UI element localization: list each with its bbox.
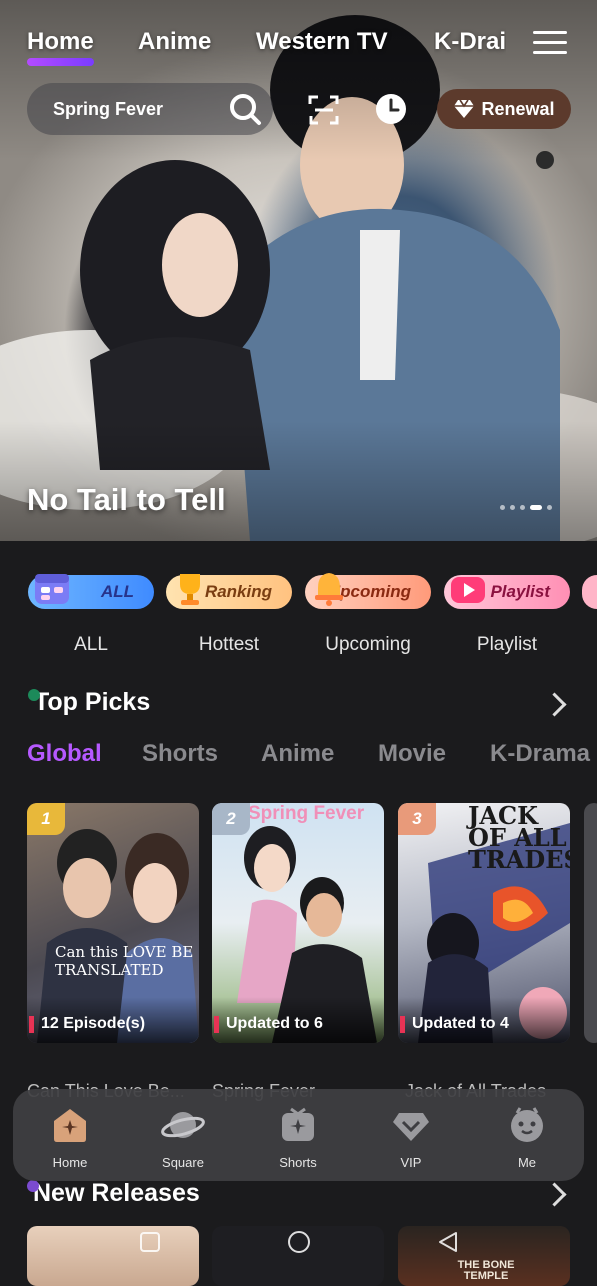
shorts-play-icon xyxy=(282,1107,314,1141)
top-picks-more-icon[interactable] xyxy=(542,692,567,717)
profile-face-icon xyxy=(511,1107,543,1142)
bottom-nav: Home Square Shorts VIP Me xyxy=(13,1089,584,1181)
search-placeholder: Spring Fever xyxy=(53,99,164,119)
diamond-icon xyxy=(454,99,475,118)
planet-icon xyxy=(161,1112,205,1138)
poster-text: JACK OF ALL TRADES xyxy=(468,803,570,874)
clock-icon[interactable] xyxy=(374,92,408,126)
scan-icon[interactable] xyxy=(307,93,341,127)
category-label: Playlist xyxy=(476,634,538,655)
tab-western-tv[interactable]: Western TV xyxy=(256,28,388,56)
category-peek xyxy=(582,575,597,609)
carousel-dot xyxy=(520,505,525,510)
card-status: Updated to 4 xyxy=(398,1015,509,1033)
carousel-dot xyxy=(510,505,515,510)
tab-k-drama[interactable]: K-Drai xyxy=(434,28,506,56)
hamburger-menu-icon[interactable] xyxy=(533,26,567,56)
nav-square[interactable]: Square xyxy=(138,1105,228,1170)
search-bar[interactable]: Spring Fever xyxy=(27,83,273,135)
nav-vip[interactable]: VIP xyxy=(366,1105,456,1170)
nav-shorts[interactable]: Shorts xyxy=(253,1105,343,1170)
card-status: Updated to 6 xyxy=(212,1015,323,1033)
tab-home[interactable]: Home xyxy=(27,28,94,66)
nav-label: Me xyxy=(517,1155,537,1170)
tab-anime-picks[interactable]: Anime xyxy=(261,740,334,768)
tab-movie[interactable]: Movie xyxy=(378,740,446,768)
category-label: ALL xyxy=(74,634,108,655)
new-releases-title: New Releases xyxy=(33,1179,200,1207)
hero-banner[interactable]: No Tail to Tell xyxy=(0,0,597,541)
bell-icon xyxy=(315,573,343,606)
section-accent-dot xyxy=(27,1180,39,1192)
hero-bottom-shade xyxy=(0,421,597,541)
nav-home[interactable]: Home xyxy=(25,1105,115,1170)
nav-label: Home xyxy=(52,1155,88,1170)
new-releases-more-icon[interactable] xyxy=(542,1182,567,1207)
back-triangle-icon[interactable] xyxy=(436,1231,460,1253)
drama-card-3[interactable]: JACK OF ALL TRADES 3 Updated to 4 xyxy=(398,803,570,1043)
vip-diamond-icon xyxy=(393,1113,429,1141)
nav-label: Square xyxy=(162,1155,204,1170)
rank-badge: 1 xyxy=(27,803,65,835)
drama-card-2[interactable]: Spring Fever 2 Updated to 6 xyxy=(212,803,384,1043)
home-circle-icon[interactable] xyxy=(287,1231,311,1255)
drama-card-peek[interactable] xyxy=(584,803,597,1043)
home-icon xyxy=(54,1109,86,1142)
nav-me[interactable]: Me xyxy=(482,1105,572,1170)
drama-card-1[interactable]: Can this LOVE BE TRANSLATED 1 12 Episode… xyxy=(27,803,199,1043)
release-thumb[interactable]: THE BONE TEMPLE xyxy=(398,1226,570,1286)
card-status: 12 Episode(s) xyxy=(27,1015,145,1033)
release-thumb-text: THE BONE TEMPLE xyxy=(457,1259,515,1282)
category-label: Upcoming xyxy=(325,634,411,655)
recent-apps-icon[interactable] xyxy=(139,1231,161,1253)
category-shortcuts: ALL ALL Ranking Hottest Upcoming Upcomin… xyxy=(0,572,597,662)
carousel-dot xyxy=(547,505,552,510)
rank-badge: 2 xyxy=(212,803,250,835)
carousel-dot xyxy=(500,505,505,510)
trophy-icon xyxy=(180,574,200,605)
carousel-dots xyxy=(500,505,552,510)
rank-badge: 3 xyxy=(398,803,436,835)
top-picks-title: Top Picks xyxy=(34,688,151,716)
poster-text: Spring Fever xyxy=(248,803,365,824)
section-accent-dot xyxy=(28,689,40,701)
tab-k-drama-picks[interactable]: K-Drama xyxy=(490,740,590,768)
nav-label: Shorts xyxy=(279,1155,317,1170)
search-icon[interactable] xyxy=(227,91,263,127)
renewal-label: Renewal xyxy=(481,98,555,119)
tab-global[interactable]: Global xyxy=(27,740,102,768)
poster-text: Can this LOVE BE TRANSLATED xyxy=(55,943,194,979)
release-thumb[interactable] xyxy=(27,1226,199,1286)
top-nav: Home Anime Western TV K-Drai xyxy=(0,24,597,66)
calendar-icon xyxy=(35,574,69,604)
tab-anime[interactable]: Anime xyxy=(138,28,211,56)
play-icon xyxy=(451,577,485,603)
category-label: Hottest xyxy=(198,634,260,655)
nav-label: VIP xyxy=(400,1155,422,1170)
tab-shorts[interactable]: Shorts xyxy=(142,740,218,768)
hero-title[interactable]: No Tail to Tell xyxy=(27,482,226,518)
carousel-dot-active xyxy=(530,505,542,510)
renewal-button[interactable]: Renewal xyxy=(437,89,571,129)
